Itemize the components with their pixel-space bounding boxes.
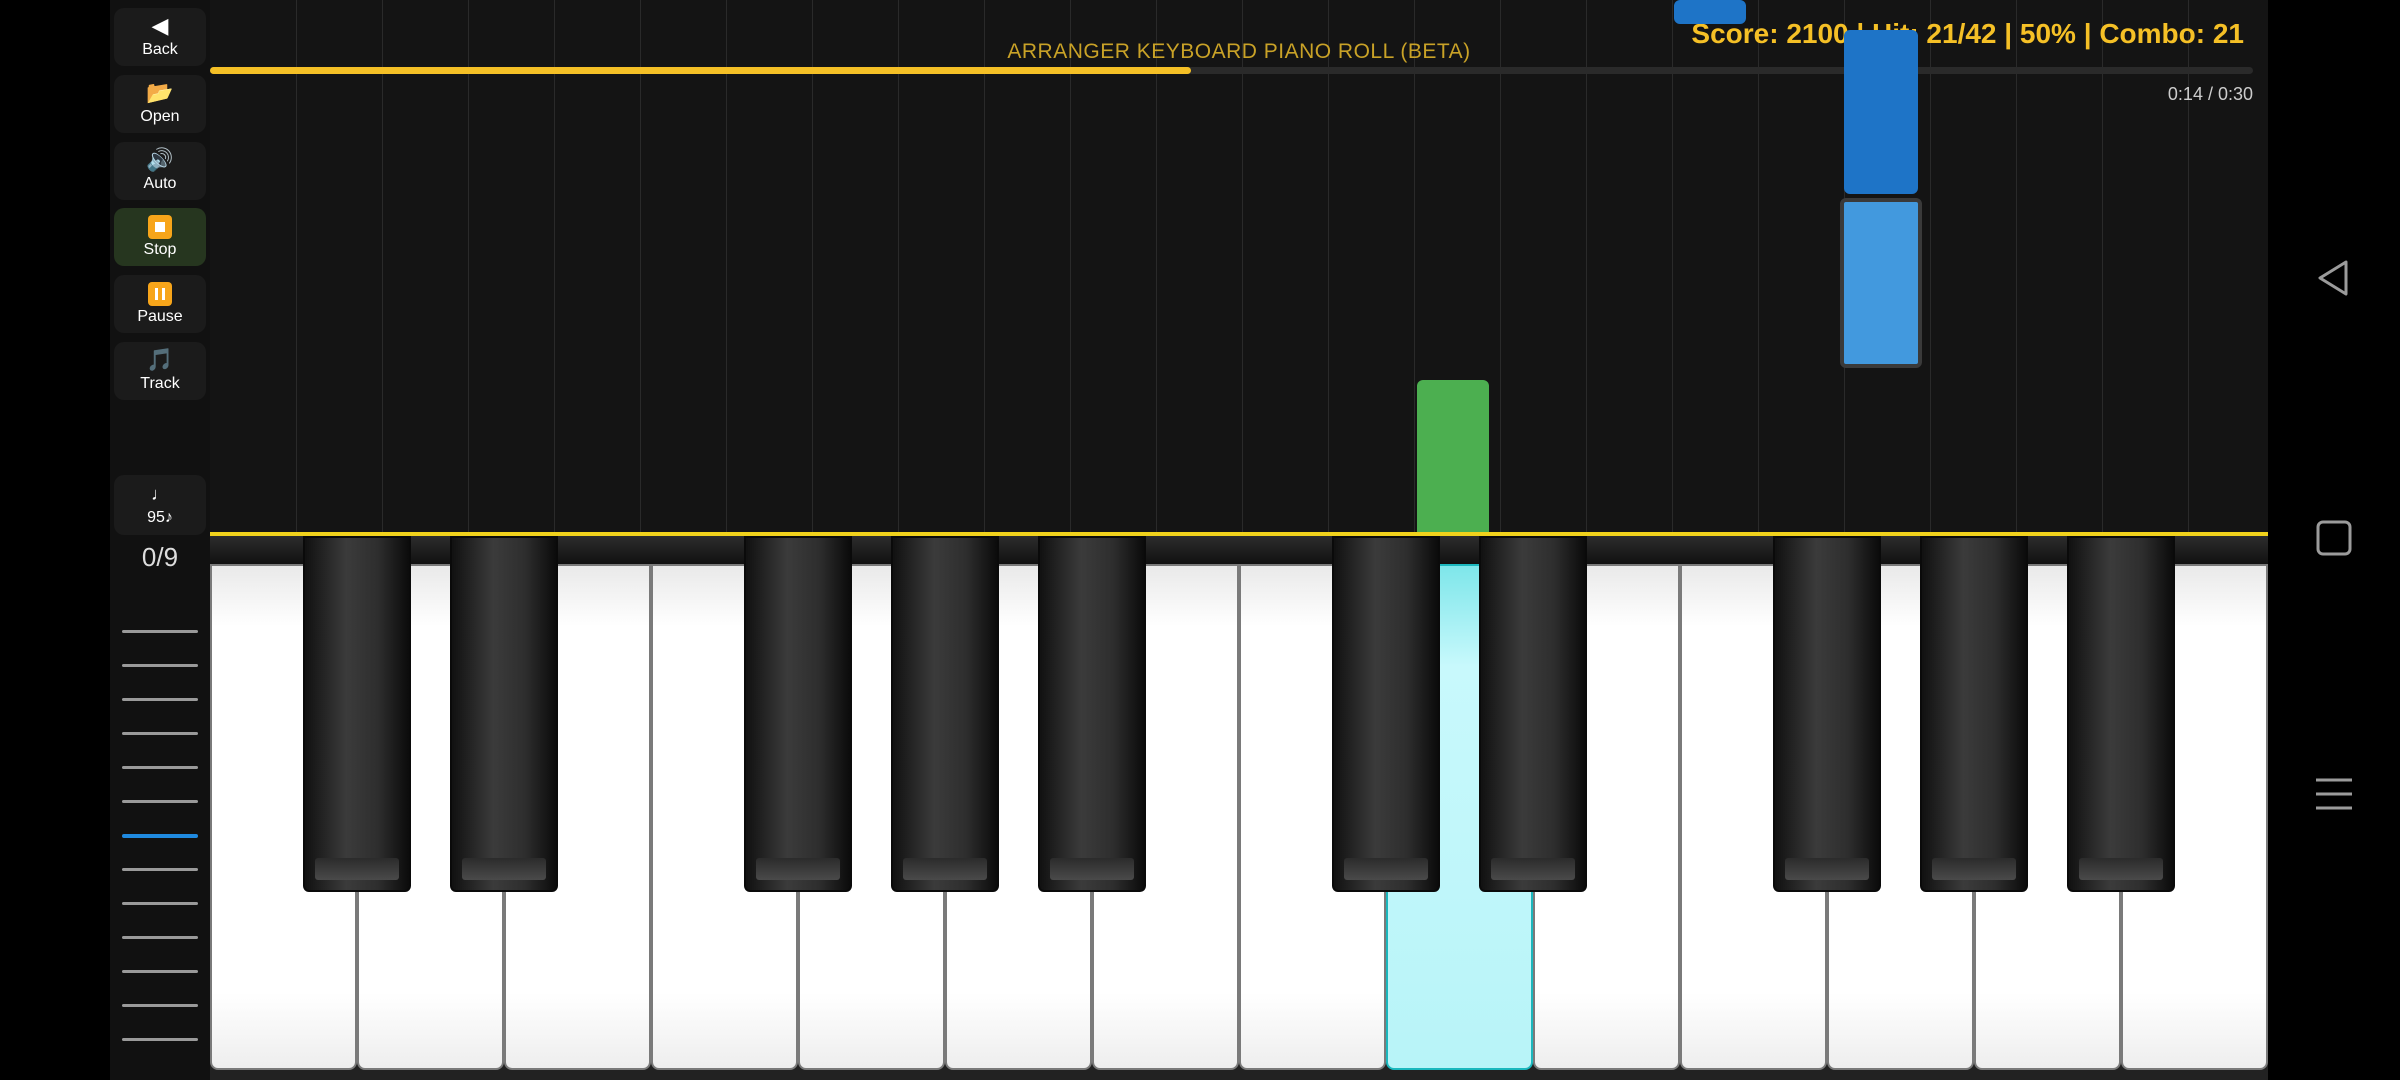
slider-level[interactable] — [122, 630, 198, 633]
slider-level[interactable] — [122, 732, 198, 735]
speaker-icon: 🔊 — [146, 147, 174, 172]
open-button[interactable]: 📂 Open — [114, 75, 206, 133]
grid-line — [898, 0, 899, 535]
grid-line — [2016, 0, 2017, 535]
slider-level[interactable] — [122, 936, 198, 939]
piano-keyboard — [210, 536, 2268, 1080]
black-key[interactable] — [1920, 536, 2028, 892]
grid-line — [1328, 0, 1329, 535]
grid-line — [1672, 0, 1673, 535]
back-button[interactable]: ◀ Back — [114, 8, 206, 66]
stop-icon — [148, 215, 172, 239]
octave-slider[interactable] — [120, 620, 200, 1060]
slider-level[interactable] — [122, 1038, 198, 1041]
song-progress-fill — [210, 67, 1191, 74]
black-key[interactable] — [2067, 536, 2175, 892]
falling-note-active — [1840, 198, 1922, 368]
grid-line — [1586, 0, 1587, 535]
back-triangle-icon[interactable] — [2310, 254, 2358, 302]
music-note-icon: 🎵 — [146, 347, 174, 372]
piano-roll: ARRANGER KEYBOARD PIANO ROLL (BETA) Scor… — [210, 0, 2268, 535]
pause-button[interactable]: Pause — [114, 275, 206, 333]
grid-line — [382, 0, 383, 535]
pause-label: Pause — [137, 308, 183, 325]
grid-line — [554, 0, 555, 535]
home-square-icon[interactable] — [2310, 514, 2358, 562]
back-label: Back — [142, 41, 178, 58]
tempo-button[interactable]: ♩ 95♪ — [114, 475, 206, 535]
stop-button[interactable]: Stop — [114, 208, 206, 266]
black-key[interactable] — [303, 536, 411, 892]
slider-level[interactable] — [122, 868, 198, 871]
folder-icon: 📂 — [146, 80, 174, 105]
slider-level[interactable] — [122, 970, 198, 973]
grid-line — [1070, 0, 1071, 535]
slider-level-selected[interactable] — [122, 834, 198, 838]
black-key[interactable] — [1038, 536, 1146, 892]
grid-line — [296, 0, 297, 535]
open-label: Open — [140, 108, 180, 125]
track-counter: 0/9 — [141, 542, 179, 572]
slider-level[interactable] — [122, 902, 198, 905]
grid-line — [468, 0, 469, 535]
grid-line — [2188, 0, 2189, 535]
grid-line — [640, 0, 641, 535]
falling-note — [1674, 0, 1746, 24]
falling-note — [1844, 30, 1918, 194]
grid-line — [2102, 0, 2103, 535]
menu-lines-icon[interactable] — [2310, 770, 2358, 818]
slider-level[interactable] — [122, 1004, 198, 1007]
grid-line — [1930, 0, 1931, 535]
grid-line — [812, 0, 813, 535]
slider-level[interactable] — [122, 664, 198, 667]
black-key[interactable] — [891, 536, 999, 892]
black-key[interactable] — [1479, 536, 1587, 892]
black-key[interactable] — [1773, 536, 1881, 892]
tempo-label: 95♪ — [147, 509, 173, 526]
grid-line — [1414, 0, 1415, 535]
track-button[interactable]: 🎵 Track — [114, 342, 206, 400]
falling-note-hit — [1417, 380, 1489, 535]
grid-line — [1242, 0, 1243, 535]
stop-label: Stop — [143, 241, 177, 258]
black-key[interactable] — [1332, 536, 1440, 892]
black-key[interactable] — [744, 536, 852, 892]
pause-icon — [148, 282, 172, 306]
auto-button[interactable]: 🔊 Auto — [114, 142, 206, 200]
song-progress-bar[interactable] — [210, 67, 2253, 74]
back-arrow-icon: ◀ — [151, 13, 169, 38]
grid-line — [1156, 0, 1157, 535]
system-nav-bar — [2268, 0, 2400, 1080]
grid-line — [1758, 0, 1759, 535]
score-display: Score: 2100 | Hit: 21/42 | 50% | Combo: … — [1691, 18, 2244, 49]
track-label: Track — [140, 375, 180, 392]
time-display: 0:14 / 0:30 — [2167, 84, 2253, 104]
slider-level[interactable] — [122, 800, 198, 803]
grid-line — [726, 0, 727, 535]
slider-level[interactable] — [122, 766, 198, 769]
auto-label: Auto — [143, 175, 177, 192]
slider-level[interactable] — [122, 698, 198, 701]
grid-line — [1500, 0, 1501, 535]
grid-line — [984, 0, 985, 535]
quarter-note-icon: ♩ — [151, 484, 169, 504]
black-key[interactable] — [450, 536, 558, 892]
